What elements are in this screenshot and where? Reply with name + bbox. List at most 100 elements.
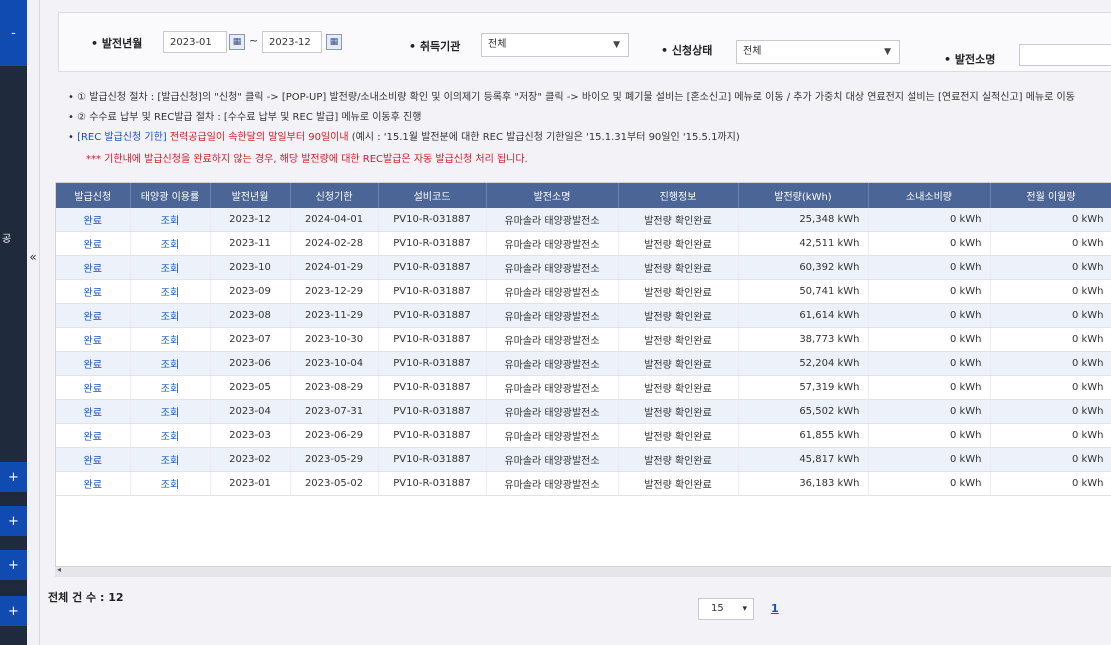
cell-generation: 42,511 kWh — [738, 231, 869, 256]
cell-apply-status[interactable]: 완료 — [56, 351, 131, 376]
cell-carryover: 0 kWh — [990, 351, 1111, 376]
cell-facility-code: PV10-R-031887 — [378, 471, 487, 496]
agency-select[interactable]: 전체 ▼ — [481, 33, 629, 57]
cell-apply-status[interactable]: 완료 — [56, 471, 131, 496]
col-header-carryover: 전월 이월량 — [990, 183, 1111, 208]
cell-apply-status[interactable]: 완료 — [56, 375, 131, 400]
chevron-down-icon: ▼ — [884, 47, 891, 57]
cell-solar-rate-link[interactable]: 조회 — [130, 255, 211, 280]
table-row: 완료 조회 2023-05 2023-08-29 PV10-R-031887 유마솔라 태… — [56, 375, 1111, 400]
cell-apply-status[interactable]: 완료 — [56, 255, 131, 280]
calendar-to-icon[interactable]: ▦ — [326, 34, 342, 50]
col-header-apply: 발급신청 — [56, 183, 131, 208]
cell-plant-name: 유마솔라 태양광발전소 — [486, 327, 619, 352]
cell-deadline: 2024-01-29 — [290, 255, 379, 280]
cell-solar-rate-link[interactable]: 조회 — [130, 208, 211, 232]
cell-solar-rate-link[interactable]: 조회 — [130, 399, 211, 424]
scroll-left-icon[interactable]: ◂ — [57, 565, 61, 574]
cell-self-consumption: 0 kWh — [868, 327, 991, 352]
cell-generation: 65,502 kWh — [738, 399, 869, 424]
date-to-input[interactable]: 2023-12 — [262, 31, 322, 53]
cell-carryover: 0 kWh — [990, 208, 1111, 232]
cell-facility-code: PV10-R-031887 — [378, 327, 487, 352]
col-header-solar-rate: 태양광 이용률 — [130, 183, 211, 208]
nav-collapse-button[interactable]: - — [0, 0, 27, 66]
cell-apply-status[interactable]: 완료 — [56, 208, 131, 232]
date-range-separator: ~ — [249, 34, 259, 47]
cell-deadline: 2023-08-29 — [290, 375, 379, 400]
cell-self-consumption: 0 kWh — [868, 351, 991, 376]
cell-solar-rate-link[interactable]: 조회 — [130, 303, 211, 328]
cell-carryover: 0 kWh — [990, 471, 1111, 496]
cell-self-consumption: 0 kWh — [868, 375, 991, 400]
cell-deadline: 2023-05-02 — [290, 471, 379, 496]
cell-generation: 57,319 kWh — [738, 375, 869, 400]
nav-expand-button-4[interactable]: + — [0, 596, 27, 626]
plant-name-input[interactable] — [1019, 44, 1111, 66]
cell-plant-name: 유마솔라 태양광발전소 — [486, 231, 619, 256]
cell-solar-rate-link[interactable]: 조회 — [130, 327, 211, 352]
cell-month: 2023-01 — [210, 471, 291, 496]
cell-facility-code: PV10-R-031887 — [378, 255, 487, 280]
cell-apply-status[interactable]: 완료 — [56, 231, 131, 256]
cell-self-consumption: 0 kWh — [868, 279, 991, 304]
cell-apply-status[interactable]: 완료 — [56, 399, 131, 424]
cell-carryover: 0 kWh — [990, 375, 1111, 400]
cell-carryover: 0 kWh — [990, 423, 1111, 448]
cell-facility-code: PV10-R-031887 — [378, 303, 487, 328]
calendar-from-icon[interactable]: ▦ — [229, 34, 245, 50]
page-size-select[interactable]: 15 ▾ — [698, 598, 754, 620]
cell-apply-status[interactable]: 완료 — [56, 327, 131, 352]
table-row: 완료 조회 2023-07 2023-10-30 PV10-R-031887 유마솔라 태… — [56, 327, 1111, 352]
cell-self-consumption: 0 kWh — [868, 423, 991, 448]
table-row: 완료 조회 2023-12 2024-04-01 PV10-R-031887 유마솔라 태… — [56, 208, 1111, 232]
table-row: 완료 조회 2023-04 2023-07-31 PV10-R-031887 유마솔라 태… — [56, 399, 1111, 424]
horizontal-scrollbar[interactable]: ◂ — [55, 565, 1111, 577]
date-from-input[interactable]: 2023-01 — [163, 31, 227, 53]
col-header-facility-code: 설비코드 — [378, 183, 487, 208]
cell-self-consumption: 0 kWh — [868, 447, 991, 472]
plus-icon: + — [8, 603, 19, 619]
cell-facility-code: PV10-R-031887 — [378, 447, 487, 472]
cell-month: 2023-09 — [210, 279, 291, 304]
plus-icon: + — [8, 557, 19, 573]
page-link-1[interactable]: 1 — [771, 602, 779, 615]
cell-generation: 60,392 kWh — [738, 255, 869, 280]
cell-apply-status[interactable]: 완료 — [56, 447, 131, 472]
nav-expand-button-1[interactable]: + — [0, 462, 27, 492]
left-nav-bar: - 공 + + + + — [0, 0, 27, 645]
cell-deadline: 2023-10-30 — [290, 327, 379, 352]
cell-facility-code: PV10-R-031887 — [378, 231, 487, 256]
cell-month: 2023-02 — [210, 447, 291, 472]
cell-solar-rate-link[interactable]: 조회 — [130, 279, 211, 304]
cell-progress: 발전량 확인완료 — [618, 423, 739, 448]
cell-apply-status[interactable]: 완료 — [56, 303, 131, 328]
cell-solar-rate-link[interactable]: 조회 — [130, 231, 211, 256]
status-select[interactable]: 전체 ▼ — [736, 40, 900, 64]
table-row: 완료 조회 2023-01 2023-05-02 PV10-R-031887 유마솔라 태… — [56, 471, 1111, 496]
cell-plant-name: 유마솔라 태양광발전소 — [486, 351, 619, 376]
cell-carryover: 0 kWh — [990, 399, 1111, 424]
cell-facility-code: PV10-R-031887 — [378, 375, 487, 400]
cell-solar-rate-link[interactable]: 조회 — [130, 351, 211, 376]
cell-progress: 발전량 확인완료 — [618, 231, 739, 256]
cell-month: 2023-11 — [210, 231, 291, 256]
cell-solar-rate-link[interactable]: 조회 — [130, 447, 211, 472]
cell-plant-name: 유마솔라 태양광발전소 — [486, 447, 619, 472]
cell-solar-rate-link[interactable]: 조회 — [130, 375, 211, 400]
table-row: 완료 조회 2023-10 2024-01-29 PV10-R-031887 유마솔라 태… — [56, 255, 1111, 280]
nav-expand-button-3[interactable]: + — [0, 550, 27, 580]
cell-facility-code: PV10-R-031887 — [378, 351, 487, 376]
agency-label: • 취득기관 — [409, 40, 461, 53]
cell-plant-name: 유마솔라 태양광발전소 — [486, 423, 619, 448]
collapse-sidebar-icon[interactable]: « — [27, 248, 39, 266]
cell-solar-rate-link[interactable]: 조회 — [130, 471, 211, 496]
cell-self-consumption: 0 kWh — [868, 471, 991, 496]
col-header-progress: 진행정보 — [618, 183, 739, 208]
cell-apply-status[interactable]: 완료 — [56, 423, 131, 448]
cell-solar-rate-link[interactable]: 조회 — [130, 423, 211, 448]
nav-expand-button-2[interactable]: + — [0, 506, 27, 536]
cell-apply-status[interactable]: 완료 — [56, 279, 131, 304]
note-auto-apply-warning: *** 기한내에 발급신청을 완료하지 않는 경우, 해당 발전량에 대한 RE… — [86, 154, 528, 165]
cell-self-consumption: 0 kWh — [868, 399, 991, 424]
